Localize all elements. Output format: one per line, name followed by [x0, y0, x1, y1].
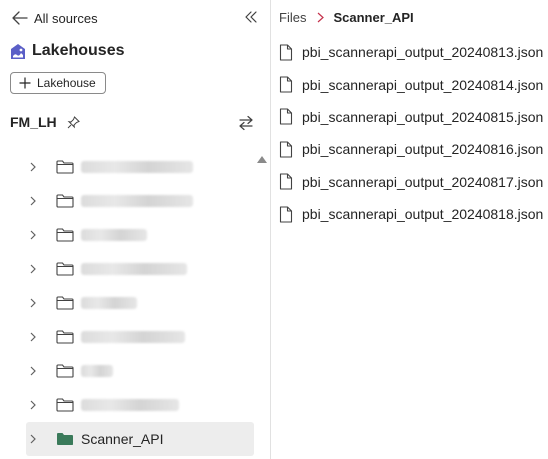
- file-list-item[interactable]: pbi_scannerapi_output_20240814.json: [279, 68, 543, 100]
- tree-item-label: Scanner_API: [81, 431, 164, 447]
- chevron-right-icon[interactable]: [26, 230, 40, 240]
- chevron-right-icon[interactable]: [26, 196, 40, 206]
- lakehouse-name: FM_LH: [10, 114, 57, 130]
- file-list-item[interactable]: pbi_scannerapi_output_20240818.json: [279, 198, 543, 230]
- file-icon: [279, 108, 293, 126]
- file-list: pbi_scannerapi_output_20240813.json pbi_s…: [279, 36, 543, 230]
- arrow-left-icon: [12, 11, 28, 25]
- breadcrumb: Files Scanner_API: [279, 10, 414, 25]
- redacted-folder-name: [81, 365, 113, 377]
- folder-icon: [56, 296, 74, 310]
- pin-icon[interactable]: [67, 115, 80, 129]
- tree-item[interactable]: [26, 388, 254, 422]
- folder-icon: [56, 364, 74, 378]
- redacted-folder-name: [81, 229, 147, 241]
- redacted-folder-name: [81, 331, 185, 343]
- tree-item[interactable]: [26, 218, 254, 252]
- explorer-pane: All sources Lakehouses Lakehouse FM_LH S…: [0, 0, 270, 459]
- tree-item[interactable]: [26, 320, 254, 354]
- back-to-all-sources[interactable]: All sources: [12, 8, 98, 28]
- file-name: pbi_scannerapi_output_20240816.json: [302, 141, 544, 158]
- redacted-folder-name: [81, 297, 137, 309]
- tree-item[interactable]: [26, 286, 254, 320]
- add-lakehouse-label: Lakehouse: [37, 76, 96, 90]
- file-icon: [279, 76, 293, 93]
- redacted-folder-name: [81, 399, 179, 411]
- file-name: pbi_scannerapi_output_20240818.json: [302, 206, 544, 223]
- scroll-up-arrow[interactable]: [257, 156, 267, 163]
- folder-icon: [56, 262, 74, 276]
- tree-item[interactable]: [26, 150, 254, 184]
- chevron-right-icon[interactable]: [26, 434, 40, 444]
- breadcrumb-current: Scanner_API: [333, 10, 414, 25]
- file-list-item[interactable]: pbi_scannerapi_output_20240815.json: [279, 101, 543, 133]
- file-name: pbi_scannerapi_output_20240814.json: [302, 76, 544, 93]
- folder-icon: [56, 330, 74, 344]
- double-chevron-left-icon[interactable]: [243, 9, 259, 25]
- swap-icon[interactable]: [238, 115, 254, 131]
- file-list-item[interactable]: pbi_scannerapi_output_20240813.json: [279, 36, 543, 68]
- chevron-right-icon[interactable]: [26, 366, 40, 376]
- chevron-right-icon[interactable]: [26, 332, 40, 342]
- file-list-item[interactable]: pbi_scannerapi_output_20240816.json: [279, 133, 543, 165]
- folder-tree: Scanner_API: [26, 150, 254, 456]
- tree-item[interactable]: [26, 354, 254, 388]
- folder-icon: [57, 433, 73, 445]
- folder-icon: [56, 398, 74, 412]
- file-icon: [279, 206, 293, 223]
- folder-icon: [56, 160, 74, 174]
- back-label: All sources: [34, 10, 98, 26]
- tree-item[interactable]: [26, 252, 254, 286]
- redacted-folder-name: [81, 263, 187, 275]
- add-lakehouse-button[interactable]: Lakehouse: [10, 72, 106, 94]
- redacted-folder-name: [81, 195, 193, 207]
- folder-icon: [56, 194, 74, 208]
- file-icon: [279, 173, 293, 190]
- file-list-item[interactable]: pbi_scannerapi_output_20240817.json: [279, 166, 543, 198]
- file-name: pbi_scannerapi_output_20240817.json: [302, 173, 544, 190]
- breadcrumb-files[interactable]: Files: [279, 10, 306, 25]
- chevron-right-icon[interactable]: [26, 264, 40, 274]
- plus-icon: [19, 77, 31, 89]
- section-title-text: Lakehouses: [32, 42, 125, 59]
- file-name: pbi_scannerapi_output_20240813.json: [302, 44, 544, 61]
- lakehouse-icon: [11, 43, 25, 59]
- tree-item[interactable]: [26, 184, 254, 218]
- file-icon: [279, 141, 293, 158]
- file-name: pbi_scannerapi_output_20240815.json: [302, 108, 544, 125]
- file-icon: [279, 44, 293, 61]
- redacted-folder-name: [81, 161, 193, 173]
- chevron-right-icon[interactable]: [26, 162, 40, 172]
- section-title: Lakehouses: [10, 42, 124, 60]
- lakehouse-header: FM_LH: [10, 114, 80, 130]
- files-pane: Files Scanner_API pbi_scannerapi_output_…: [271, 0, 548, 459]
- folder-icon: [56, 228, 74, 242]
- chevron-right-icon[interactable]: [26, 400, 40, 410]
- chevron-right-icon: [317, 12, 325, 23]
- chevron-right-icon[interactable]: [26, 298, 40, 308]
- tree-item-scanner-api[interactable]: Scanner_API: [26, 422, 254, 456]
